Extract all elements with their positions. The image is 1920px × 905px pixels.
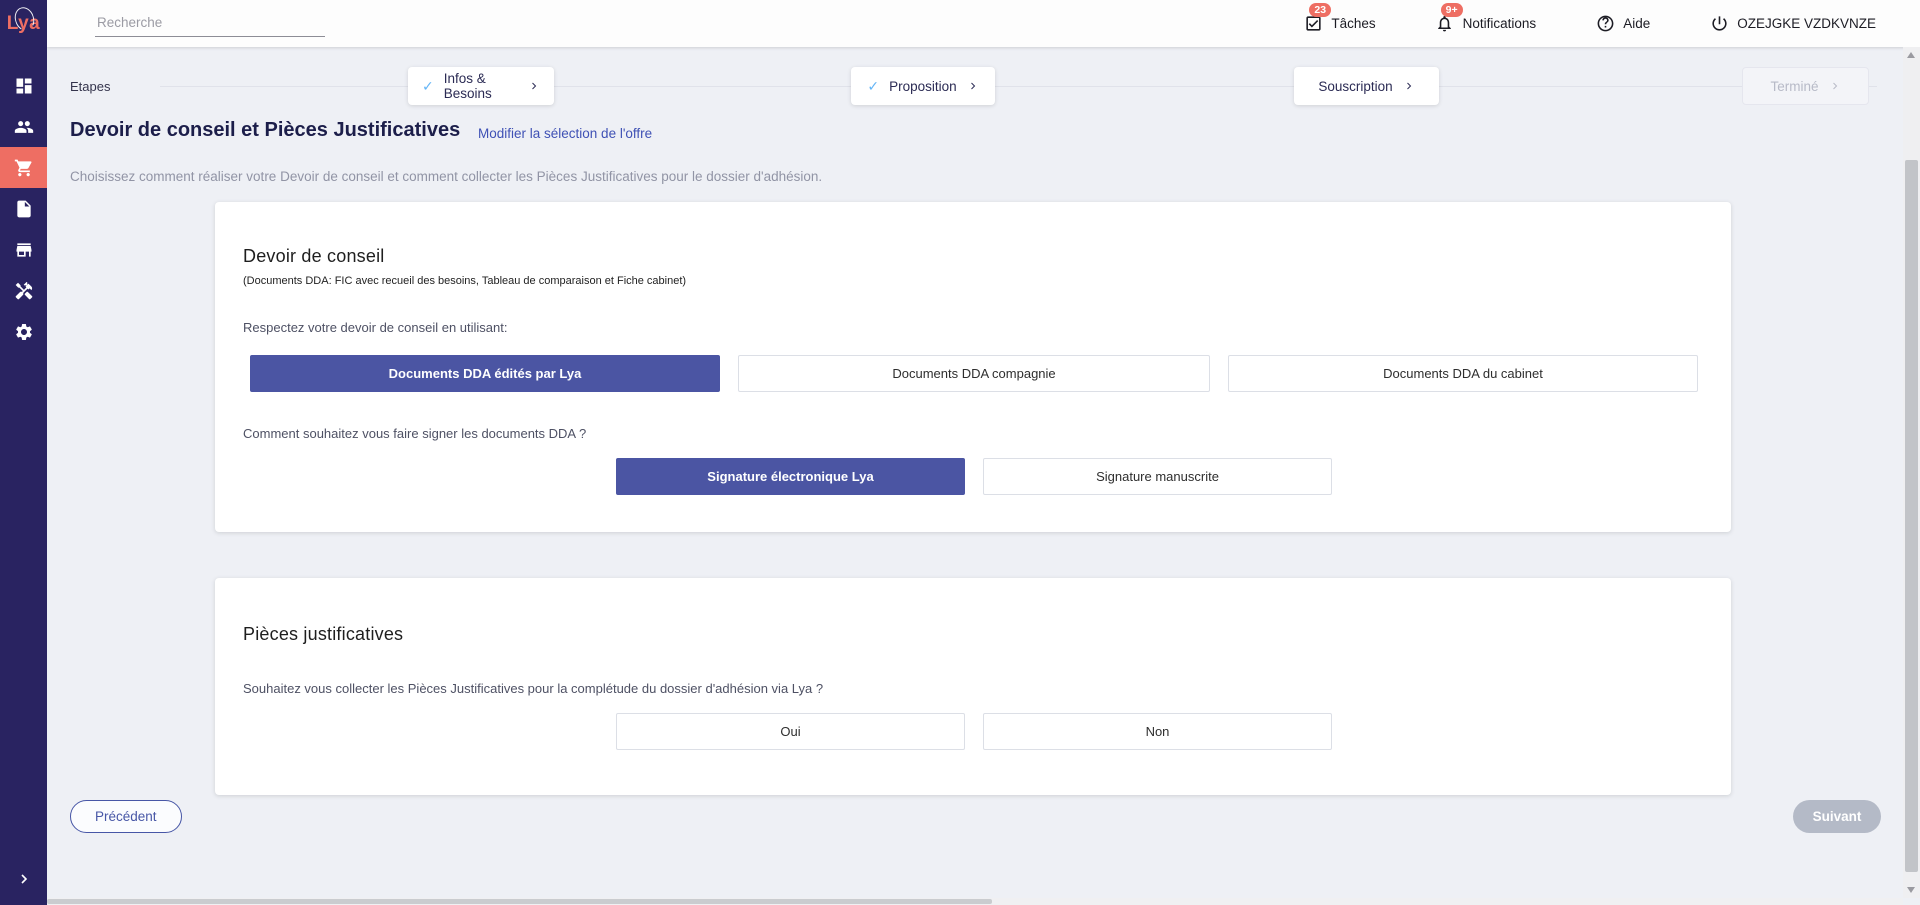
check-icon: ✓ xyxy=(422,78,434,95)
horizontal-scrollbar-thumb[interactable] xyxy=(47,899,992,904)
stepper: Etapes ✓ Infos & Besoins ✓ Proposition S… xyxy=(47,47,1920,109)
sidebar-item-dashboard[interactable] xyxy=(0,65,47,106)
option-documents-dda-cabinet[interactable]: Documents DDA du cabinet xyxy=(1228,355,1698,392)
power-icon xyxy=(1710,14,1729,33)
search-input[interactable] xyxy=(95,11,325,37)
step-termine: Terminé xyxy=(1742,67,1869,105)
user-name-label: OZEJGKE VZDKVNZE xyxy=(1737,16,1876,31)
sidebar-expand-button[interactable] xyxy=(0,871,47,887)
step-souscription[interactable]: Souscription xyxy=(1294,67,1439,105)
option-oui[interactable]: Oui xyxy=(616,713,965,750)
option-documents-dda-compagnie[interactable]: Documents DDA compagnie xyxy=(738,355,1210,392)
step-label: Infos & Besoins xyxy=(444,71,518,101)
vertical-scrollbar-thumb[interactable] xyxy=(1905,160,1918,872)
sidebar-item-contacts[interactable] xyxy=(0,106,47,147)
advice-card: Devoir de conseil (Documents DDA: FIC av… xyxy=(215,202,1731,532)
step-label: Proposition xyxy=(889,79,957,94)
gear-icon xyxy=(14,322,34,342)
advice-card-note: (Documents DDA: FIC avec recueil des bes… xyxy=(243,275,686,287)
help-icon-wrap xyxy=(1594,13,1616,35)
dashboard-icon xyxy=(14,76,34,96)
sidebar-item-cart-active[interactable] xyxy=(0,147,47,188)
edit-offer-link[interactable]: Modifier la sélection de l'offre xyxy=(478,126,652,141)
page-title: Devoir de conseil et Pièces Justificativ… xyxy=(70,119,460,142)
option-signature-manuscrite[interactable]: Signature manuscrite xyxy=(983,458,1332,495)
notifications-button[interactable]: 9+ Notifications xyxy=(1434,13,1537,35)
tasks-badge: 23 xyxy=(1309,3,1331,18)
tasks-label: Tâches xyxy=(1331,16,1375,31)
lya-logo[interactable]: Lya xyxy=(0,0,47,47)
option-documents-dda-lya[interactable]: Documents DDA édités par Lya xyxy=(250,355,720,392)
advice-prompt-2: Comment souhaitez vous faire signer les … xyxy=(243,426,586,441)
sidebar-item-store[interactable] xyxy=(0,229,47,270)
horizontal-scrollbar[interactable] xyxy=(47,898,1903,905)
sidebar: Lya xyxy=(0,0,47,905)
sidebar-item-tools[interactable] xyxy=(0,270,47,311)
vertical-scrollbar[interactable] xyxy=(1903,47,1920,898)
notifications-label: Notifications xyxy=(1463,16,1537,31)
main-content: Etapes ✓ Infos & Besoins ✓ Proposition S… xyxy=(47,47,1920,905)
next-button-disabled[interactable]: Suivant xyxy=(1793,800,1881,833)
app-root: Lya xyxy=(0,0,1920,905)
tasks-icon-wrap: 23 xyxy=(1302,13,1324,35)
previous-button[interactable]: Précédent xyxy=(70,800,182,833)
storefront-icon xyxy=(14,240,34,260)
chevron-right-icon xyxy=(528,80,540,92)
step-label: Souscription xyxy=(1318,79,1392,94)
sidebar-item-settings[interactable] xyxy=(0,311,47,352)
document-icon xyxy=(14,199,34,219)
power-icon-wrap xyxy=(1708,13,1730,35)
chevron-right-icon xyxy=(1403,80,1415,92)
chevron-right-icon xyxy=(967,80,979,92)
chevron-right-icon xyxy=(1829,80,1841,92)
scroll-up-arrow-icon[interactable] xyxy=(1907,52,1915,58)
question-circle-icon xyxy=(1596,14,1615,33)
tools-icon xyxy=(14,281,34,301)
cart-icon xyxy=(14,158,34,178)
check-icon: ✓ xyxy=(867,78,879,95)
user-menu-button[interactable]: OZEJGKE VZDKVNZE xyxy=(1708,13,1876,35)
sidebar-nav xyxy=(0,65,47,352)
people-icon xyxy=(14,117,34,137)
chevron-right-icon xyxy=(16,871,32,887)
option-non[interactable]: Non xyxy=(983,713,1332,750)
step-proposition[interactable]: ✓ Proposition xyxy=(851,67,995,105)
documents-prompt: Souhaitez vous collecter les Pièces Just… xyxy=(243,681,823,696)
search-wrap xyxy=(95,11,325,37)
option-signature-electronique[interactable]: Signature électronique Lya xyxy=(616,458,965,495)
documents-card: Pièces justificatives Souhaitez vous col… xyxy=(215,578,1731,795)
scroll-down-arrow-icon[interactable] xyxy=(1907,887,1915,893)
documents-card-title: Pièces justificatives xyxy=(243,624,403,645)
advice-card-title: Devoir de conseil xyxy=(243,246,384,267)
step-infos-besoins[interactable]: ✓ Infos & Besoins xyxy=(408,67,554,105)
step-label: Terminé xyxy=(1770,79,1818,94)
notifications-icon-wrap: 9+ xyxy=(1434,13,1456,35)
help-button[interactable]: Aide xyxy=(1594,13,1650,35)
notifications-badge: 9+ xyxy=(1441,3,1463,18)
topbar-right: 23 Tâches 9+ Notifications Aide xyxy=(1302,13,1920,35)
advice-prompt-1: Respectez votre devoir de conseil en uti… xyxy=(243,320,507,335)
tasks-button[interactable]: 23 Tâches xyxy=(1302,13,1375,35)
sidebar-item-documents[interactable] xyxy=(0,188,47,229)
page-subtitle: Choisissez comment réaliser votre Devoir… xyxy=(70,169,822,184)
help-label: Aide xyxy=(1623,16,1650,31)
stepper-label: Etapes xyxy=(70,79,110,94)
topbar: 23 Tâches 9+ Notifications Aide xyxy=(47,0,1920,47)
